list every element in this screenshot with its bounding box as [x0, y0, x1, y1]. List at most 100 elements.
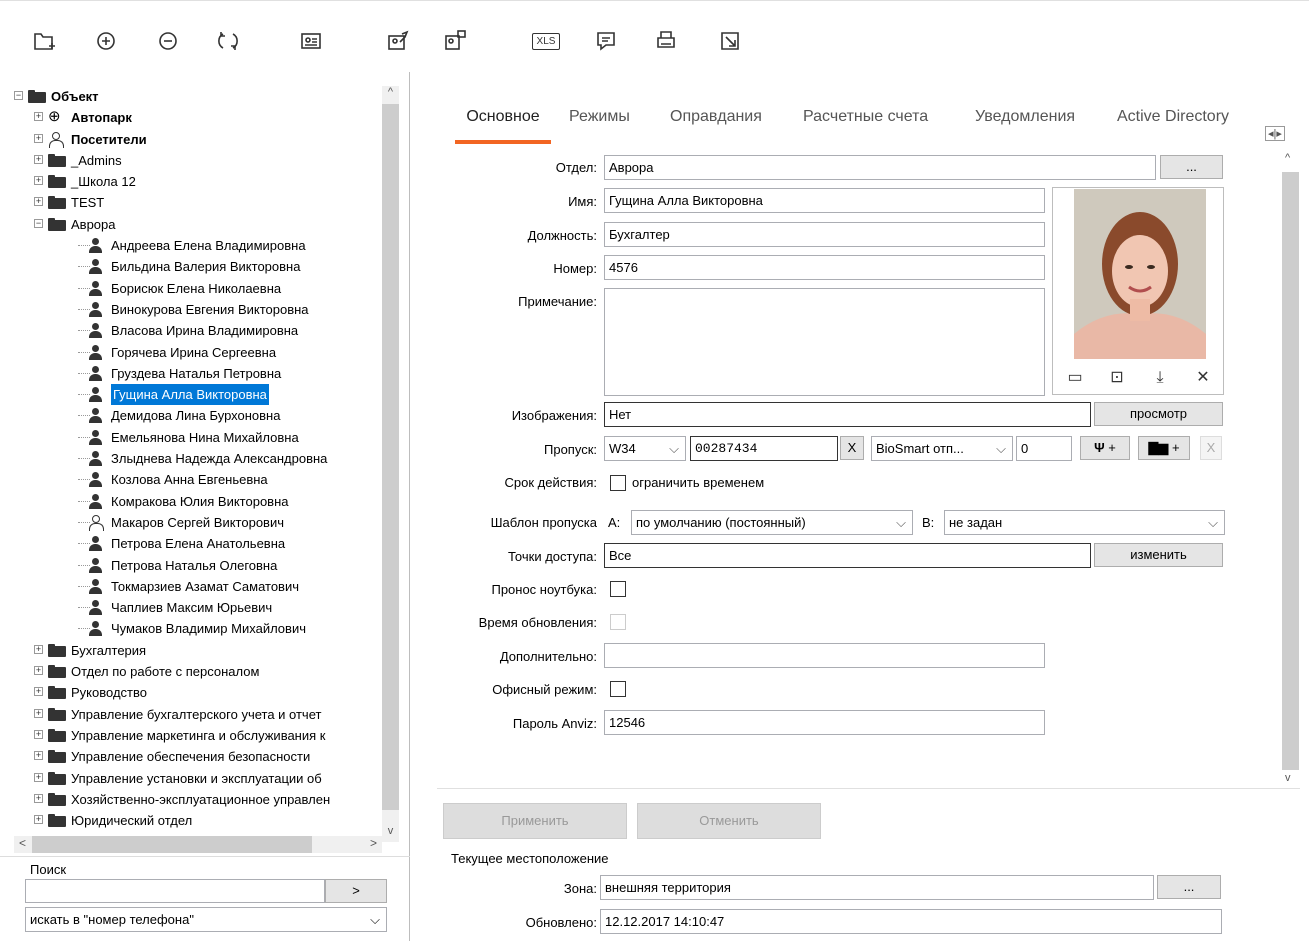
- hscroll-thumb[interactable]: [32, 836, 312, 853]
- updated-field[interactable]: 12.12.2017 14:10:47: [600, 909, 1222, 934]
- tree-folder-item[interactable]: + Управление обеспечения безопасности: [14, 746, 382, 767]
- refresh-icon[interactable]: [210, 23, 246, 59]
- tree-folder-item[interactable]: + Посетители: [14, 129, 382, 150]
- tree-folder-item[interactable]: + _Admins: [14, 150, 382, 171]
- scroll-thumb[interactable]: [382, 104, 399, 810]
- tree-folder-item[interactable]: + Хозяйственно-эксплуатационное управлен: [14, 789, 382, 810]
- expand-icon[interactable]: +: [34, 133, 43, 143]
- view-button[interactable]: просмотр: [1094, 402, 1223, 426]
- tree-folder-item[interactable]: − Аврора: [14, 214, 382, 235]
- dept-field[interactable]: Аврора: [604, 155, 1156, 180]
- expand-icon[interactable]: +: [34, 793, 43, 803]
- scroll-down-arrow-icon[interactable]: v: [1285, 772, 1291, 784]
- zone-field[interactable]: внешняя территория: [600, 875, 1154, 900]
- tree-person-item[interactable]: Груздева Наталья Петровна: [14, 363, 382, 384]
- object-tree[interactable]: − Объект + ⊕ Автопарк + Посетители + _Admins + _Шк…: [14, 86, 382, 842]
- tree-person-item[interactable]: Козлова Анна Евгеньевна: [14, 469, 382, 490]
- xls-export-icon[interactable]: XLS: [526, 23, 566, 59]
- tree-horizontal-scrollbar[interactable]: < >: [14, 836, 382, 853]
- tree-folder-item[interactable]: + Руководство: [14, 682, 382, 703]
- form-vertical-scrollbar[interactable]: ^ v: [1281, 150, 1300, 790]
- tree-person-item[interactable]: Злыднева Надежда Александровна: [14, 448, 382, 469]
- anviz-field[interactable]: 12546: [604, 710, 1045, 735]
- export-icon[interactable]: [712, 23, 748, 59]
- scroll-left-arrow-icon[interactable]: <: [14, 836, 31, 853]
- expand-icon[interactable]: +: [34, 154, 43, 164]
- edit-card-icon[interactable]: [380, 23, 416, 59]
- access-points-field[interactable]: Все: [604, 543, 1091, 568]
- change-button[interactable]: изменить: [1094, 543, 1223, 567]
- collapse-icon[interactable]: −: [34, 218, 43, 228]
- tree-person-item[interactable]: Бильдина Валерия Викторовна: [14, 256, 382, 277]
- tree-person-item[interactable]: Емельянова Нина Михайловна: [14, 427, 382, 448]
- expand-icon[interactable]: +: [34, 644, 43, 654]
- tree-folder-item[interactable]: + Отдел по работе с персоналом: [14, 661, 382, 682]
- tree-folder-item[interactable]: + ⊕ Автопарк: [14, 107, 382, 128]
- note-textarea[interactable]: [604, 288, 1045, 396]
- search-scope-select[interactable]: искать в "номер телефона" ⌵: [25, 907, 387, 932]
- id-card-icon[interactable]: [293, 23, 329, 59]
- template-a-select[interactable]: по умолчанию (постоянный) ⌵: [631, 510, 913, 535]
- tree-person-item[interactable]: Токмарзиев Азамат Саматович: [14, 576, 382, 597]
- reader-number-field[interactable]: 0: [1016, 436, 1072, 461]
- tree-person-item[interactable]: Горячева Ирина Сергеевна: [14, 342, 382, 363]
- scroll-right-arrow-icon[interactable]: >: [365, 836, 382, 853]
- tree-person-item[interactable]: Макаров Сергей Викторович: [14, 512, 382, 533]
- expand-icon[interactable]: +: [34, 176, 43, 186]
- tree-person-item[interactable]: Чумаков Владимир Михайлович: [14, 618, 382, 639]
- expand-icon[interactable]: +: [34, 772, 43, 782]
- card-network-icon[interactable]: [437, 23, 473, 59]
- tree-folder-item[interactable]: + _Школа 12: [14, 171, 382, 192]
- tab-excuses[interactable]: Оправдания: [670, 108, 762, 144]
- expand-icon[interactable]: +: [34, 666, 43, 676]
- number-field[interactable]: 4576: [604, 255, 1045, 280]
- dept-browse-button[interactable]: ...: [1160, 155, 1223, 179]
- tab-active-directory[interactable]: Active Directory: [1117, 108, 1229, 144]
- camera-icon[interactable]: ⊡: [1103, 364, 1131, 392]
- remove-circle-icon[interactable]: [150, 23, 186, 59]
- scroll-up-arrow-icon[interactable]: ^: [382, 86, 399, 103]
- usb-add-button[interactable]: Ψ +: [1080, 436, 1130, 460]
- tab-scroll-icon[interactable]: ◂|▸: [1265, 126, 1285, 141]
- print-icon[interactable]: [648, 23, 684, 59]
- search-button[interactable]: >: [325, 879, 387, 903]
- comment-icon[interactable]: [588, 23, 624, 59]
- template-b-select[interactable]: не задан ⌵: [944, 510, 1225, 535]
- scroll-up-arrow-icon[interactable]: ^: [1285, 152, 1290, 164]
- tree-folder-item[interactable]: + TEST: [14, 192, 382, 213]
- apply-button[interactable]: Применить: [443, 803, 627, 839]
- position-field[interactable]: Бухгалтер: [604, 222, 1045, 247]
- tree-vertical-scrollbar[interactable]: ^ v: [382, 86, 399, 842]
- tree-person-item[interactable]: Петрова Наталья Олеговна: [14, 555, 382, 576]
- tab-modes[interactable]: Режимы: [569, 108, 630, 144]
- tab-accounts[interactable]: Расчетные счета: [803, 108, 928, 144]
- add-folder-icon[interactable]: [26, 23, 62, 59]
- remove-device-button[interactable]: X: [1200, 436, 1222, 460]
- term-checkbox[interactable]: [610, 475, 626, 491]
- tree-folder-item[interactable]: + Юридический отдел: [14, 810, 382, 831]
- search-input[interactable]: [25, 879, 325, 903]
- expand-icon[interactable]: +: [34, 708, 43, 718]
- tree-folder-item[interactable]: + Управление бухгалтерского учета и отчет: [14, 704, 382, 725]
- tree-person-item[interactable]: Комракова Юлия Викторовна: [14, 491, 382, 512]
- tab-scroll-arrows[interactable]: ◂|▸: [1249, 72, 1309, 144]
- laptop-checkbox[interactable]: [610, 581, 626, 597]
- expand-icon[interactable]: +: [34, 112, 43, 122]
- form-scroll-thumb[interactable]: [1282, 172, 1299, 770]
- tree-person-item[interactable]: Чаплиев Максим Юрьевич: [14, 597, 382, 618]
- tab-notifications[interactable]: Уведомления: [975, 108, 1075, 144]
- expand-icon[interactable]: +: [34, 751, 43, 761]
- tree-person-item[interactable]: Демидова Лина Бурхоновна: [14, 405, 382, 426]
- collapse-icon[interactable]: −: [14, 91, 23, 100]
- expand-icon[interactable]: +: [34, 687, 43, 697]
- tree-person-item[interactable]: Борисюк Елена Николаевна: [14, 278, 382, 299]
- update-time-checkbox[interactable]: [610, 614, 626, 630]
- scroll-down-arrow-icon[interactable]: v: [382, 825, 399, 842]
- expand-icon[interactable]: +: [34, 197, 43, 207]
- clear-pass-button[interactable]: X: [840, 436, 864, 460]
- cancel-button[interactable]: Отменить: [637, 803, 821, 839]
- reader-select[interactable]: BioSmart отп... ⌵: [871, 436, 1013, 461]
- office-mode-checkbox[interactable]: [610, 681, 626, 697]
- tab-main[interactable]: Основное: [455, 108, 551, 144]
- tree-person-item[interactable]: Гущина Алла Викторовна: [14, 384, 382, 406]
